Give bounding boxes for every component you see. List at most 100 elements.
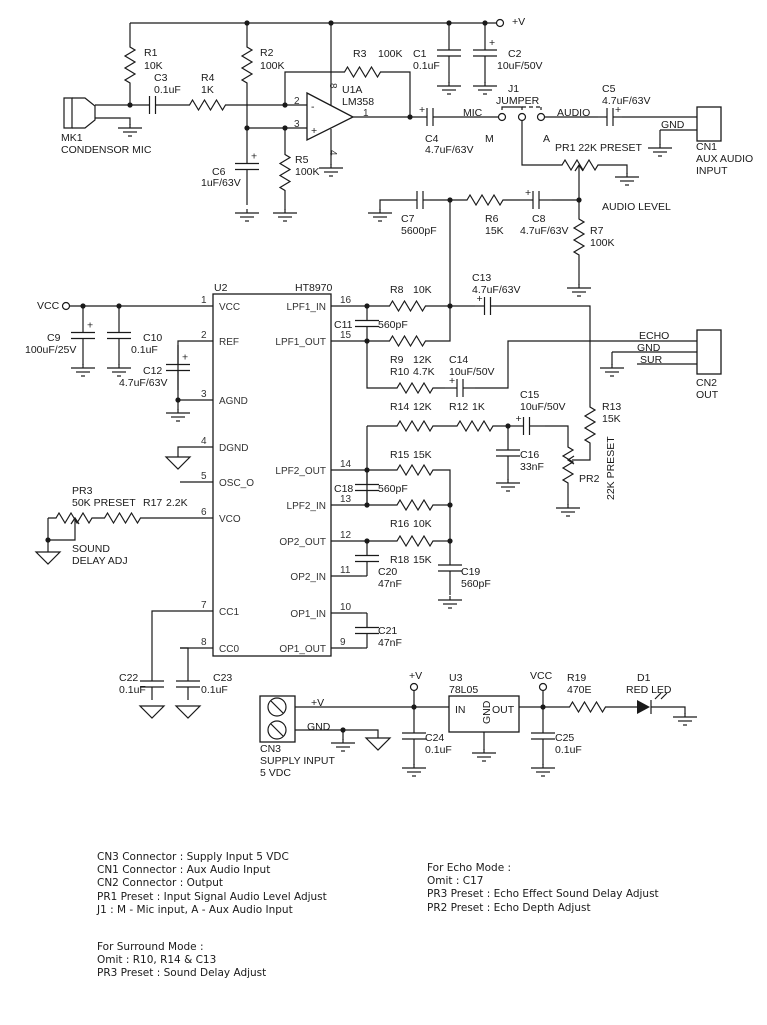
wire <box>343 729 379 738</box>
c20-ref: C20 <box>378 566 397 578</box>
c23-ref: C23 <box>213 672 232 684</box>
notes-surround-mode: For Surround Mode : Omit : R10, R14 & C1… <box>97 941 266 981</box>
c20-value: 47nF <box>378 578 402 590</box>
ground-symbol <box>331 739 355 752</box>
u3-in-label: IN <box>455 704 466 716</box>
resistor-r18 <box>390 534 440 548</box>
connector-cn3 <box>259 695 296 743</box>
c3-ref: C3 <box>154 72 168 84</box>
ground-symbol <box>118 124 142 137</box>
pin-name: LPF2_OUT <box>275 466 326 477</box>
ground-symbol <box>556 504 580 517</box>
note-line: CN1 Connector : Aux Audio Input <box>97 864 271 877</box>
jumper-m: M <box>485 133 494 145</box>
opamp-inverting-sign: - <box>311 101 315 113</box>
terminal <box>409 682 419 692</box>
c7-value: 5600pF <box>401 225 437 237</box>
ground-symbol <box>273 209 297 222</box>
r3-ref: R3 <box>353 48 367 60</box>
resistor-r2 <box>240 42 254 88</box>
polarity-plus: + <box>489 37 495 49</box>
r17-ref: R17 <box>143 497 162 509</box>
pin-name: OSC_O <box>219 478 254 489</box>
note-line: For Echo Mode : <box>427 862 512 874</box>
u3-out-label: OUT <box>492 704 515 716</box>
jumper-name: JUMPER <box>496 95 540 107</box>
r2-ref: R2 <box>260 47 274 59</box>
pr3-ref: PR3 <box>72 485 93 497</box>
cn1-gnd-label: GND <box>661 119 685 131</box>
c15-value: 10uF/50V <box>520 401 566 413</box>
c10-ref: C10 <box>143 332 162 344</box>
c6-value: 1uF/63V <box>201 177 241 189</box>
r14-ref: R14 <box>390 401 409 413</box>
resistor-r8 <box>385 299 430 313</box>
c13-value: 4.7uF/63V <box>472 284 520 296</box>
digital-ground-symbol <box>364 737 392 751</box>
polarity-plus: + <box>182 352 188 364</box>
terminal <box>497 112 507 122</box>
connector-cn2 <box>696 329 722 375</box>
pin-name: REF <box>219 337 239 348</box>
ground-symbol <box>437 82 461 95</box>
sound-delay-1: SOUND <box>72 543 110 555</box>
r13-ref: R13 <box>602 401 621 413</box>
resistor-r13 <box>583 400 597 450</box>
jumper-a: A <box>543 133 550 145</box>
polarity-plus: + <box>87 320 93 332</box>
r8-ref: R8 <box>390 284 404 296</box>
u1a-part: LM358 <box>342 96 374 108</box>
ground-symbol <box>235 209 259 222</box>
jumper-ref: J1 <box>508 83 519 95</box>
resistor-r12 <box>445 419 505 433</box>
c10-value: 0.1uF <box>131 344 158 356</box>
c5-value: 4.7uF/63V <box>602 95 650 107</box>
r12-value: 1K <box>472 401 485 413</box>
resistor-r4 <box>175 98 240 112</box>
polarity-plus: + <box>525 187 531 199</box>
led-name: RED LED <box>626 684 672 696</box>
pr2-value: 22K PRESET <box>605 436 617 500</box>
terminal <box>517 112 527 122</box>
pin-number: 12 <box>340 530 352 541</box>
u2-ref: U2 <box>214 282 228 294</box>
cn3-ref: CN3 <box>260 743 281 755</box>
ground-symbol <box>648 144 672 157</box>
pin-number: 6 <box>201 507 207 518</box>
c1-ref: C1 <box>413 48 427 60</box>
opamp-noninverting-sign: + <box>311 125 317 137</box>
wire <box>521 121 555 166</box>
c13-ref: C13 <box>472 272 491 284</box>
note-line: PR3 Preset : Sound Delay Adjust <box>97 967 267 980</box>
pin-number: 16 <box>340 295 352 306</box>
mic-name: CONDENSOR MIC <box>61 144 152 156</box>
labels: R1 10K C3 0.1uF R4 1K MK1 CONDENSOR MIC … <box>25 16 753 779</box>
c24-value: 0.1uF <box>425 744 452 756</box>
vplus-reg-label: +V <box>409 670 422 682</box>
ground-symbol <box>438 596 462 609</box>
pin-name: VCO <box>219 514 241 525</box>
r5-ref: R5 <box>295 154 309 166</box>
wire <box>151 610 180 668</box>
pr3-value: 50K PRESET <box>72 497 136 509</box>
pin-number: 11 <box>340 565 351 576</box>
r19-ref: R19 <box>567 672 586 684</box>
c19-ref: C19 <box>461 566 480 578</box>
cn3-vplus-label: +V <box>311 697 324 709</box>
wire <box>366 341 385 389</box>
c3-value: 0.1uF <box>154 84 181 96</box>
r2-value: 100K <box>260 60 285 72</box>
cn2-echo-label: ECHO <box>639 330 669 342</box>
r9-value: 12K <box>413 354 432 366</box>
r4-ref: R4 <box>201 72 215 84</box>
resistor-r14 <box>385 419 445 433</box>
polarity-plus: + <box>419 104 425 116</box>
r14-value: 12K <box>413 401 432 413</box>
r6-ref: R6 <box>485 213 499 225</box>
digital-ground-symbol <box>164 456 192 470</box>
r18-value: 15K <box>413 554 432 566</box>
c11-value: 560pF <box>378 319 408 331</box>
u1a-ref: U1A <box>342 84 362 96</box>
c25-ref: C25 <box>555 732 574 744</box>
ground-symbol <box>473 82 497 95</box>
